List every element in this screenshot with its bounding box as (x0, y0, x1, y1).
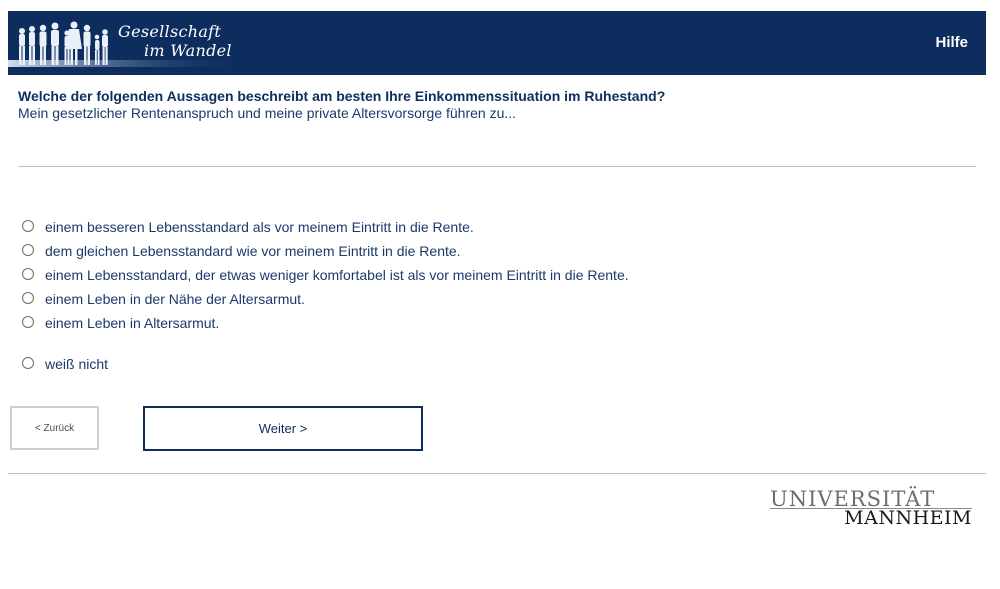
radio-button[interactable] (22, 244, 34, 256)
question-block: Welche der folgenden Aussagen beschreibt… (18, 88, 978, 122)
answer-option-label: einem Lebensstandard, der etwas weniger … (45, 267, 629, 283)
divider (18, 166, 976, 167)
answer-option-label: dem gleichen Lebensstandard wie vor mein… (45, 243, 461, 259)
radio-button[interactable] (22, 292, 34, 304)
answer-option-label: einem besseren Lebensstandard als vor me… (45, 219, 474, 235)
footer-divider (8, 473, 986, 474)
question-title: Welche der folgenden Aussagen beschreibt… (18, 88, 666, 104)
answer-option-poverty[interactable]: einem Leben in Altersarmut. (22, 315, 219, 331)
answer-option-near-poverty[interactable]: einem Leben in der Nähe der Altersarmut. (22, 291, 305, 307)
radio-button[interactable] (22, 357, 34, 369)
radio-button[interactable] (22, 220, 34, 232)
logo-line2: im Wandel (144, 41, 232, 60)
answer-option-label: einem Leben in der Nähe der Altersarmut. (45, 291, 305, 307)
university-mannheim-logo: UNIVERSITÄT MANNHEIM (770, 488, 972, 529)
radio-button[interactable] (22, 268, 34, 280)
answer-option-label: weiß nicht (45, 356, 109, 372)
answer-option-same[interactable]: dem gleichen Lebensstandard wie vor mein… (22, 243, 461, 259)
answer-option-better[interactable]: einem besseren Lebensstandard als vor me… (22, 219, 474, 235)
help-link[interactable]: Hilfe (935, 34, 968, 51)
logo-line1: Gesellschaft (118, 22, 222, 41)
answer-option-less-comfortable[interactable]: einem Lebensstandard, der etwas weniger … (22, 267, 629, 283)
logo-text: Gesellschaft im Wandel (118, 22, 232, 60)
header-banner: Gesellschaft im Wandel Hilfe (8, 11, 986, 75)
next-button[interactable]: Weiter > (143, 406, 423, 451)
answer-option-label: einem Leben in Altersarmut. (45, 315, 220, 331)
gesellschaft-im-wandel-logo: Gesellschaft im Wandel (8, 11, 258, 75)
question-subtitle: Mein gesetzlicher Rentenanspruch und mei… (18, 105, 517, 121)
back-button[interactable]: < Zurück (10, 406, 99, 450)
answer-option-dont-know[interactable]: weiß nicht (22, 356, 108, 372)
university-line2: MANNHEIM (844, 507, 972, 529)
radio-button[interactable] (22, 316, 34, 328)
